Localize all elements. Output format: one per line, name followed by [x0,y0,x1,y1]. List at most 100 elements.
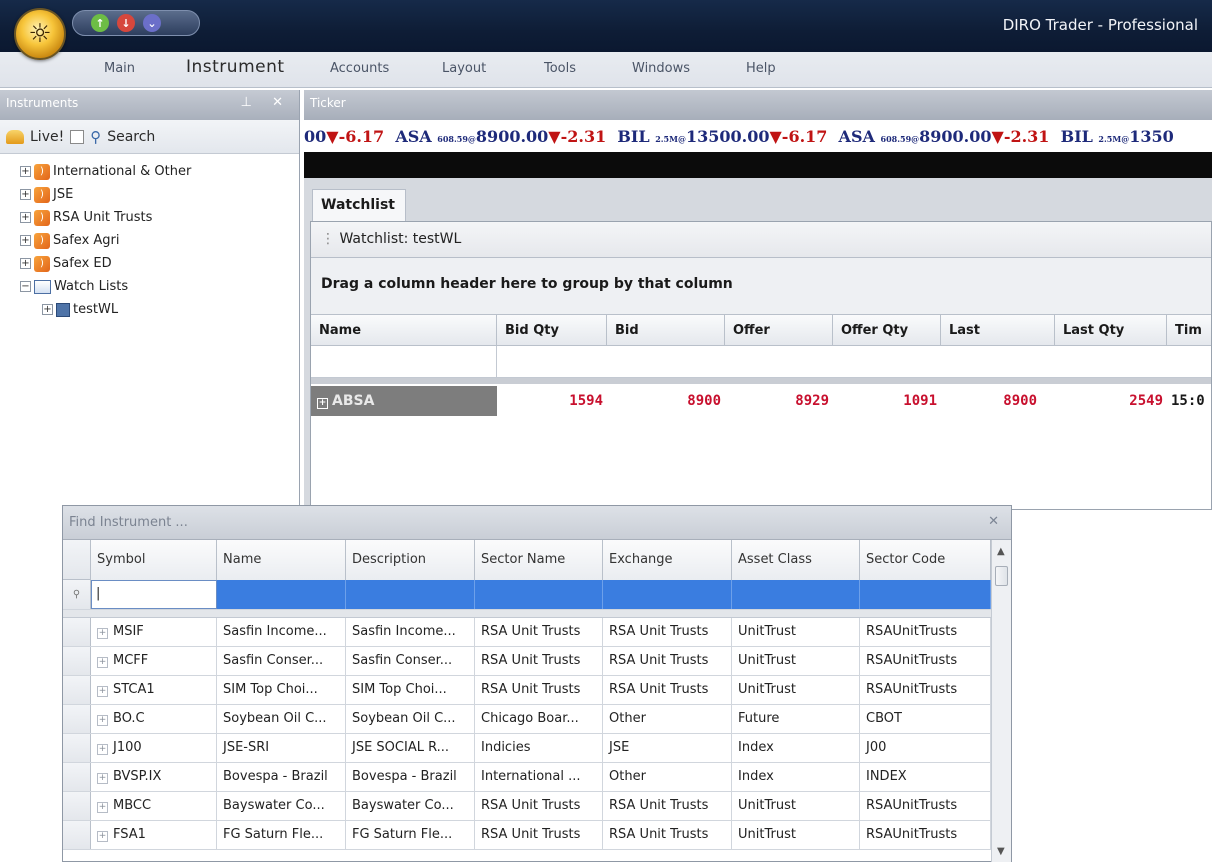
col-last[interactable]: Last [941,315,1055,345]
filter-cell[interactable] [860,580,991,609]
collapse-icon[interactable]: − [20,281,31,292]
table-row[interactable]: + MSIF Sasfin Income... Sasfin Income... RSA… [63,618,993,647]
col-last-qty[interactable]: Last Qty [1055,315,1167,345]
filter-cell[interactable] [732,580,860,609]
expand-icon[interactable]: + [97,802,108,813]
scroll-up-icon[interactable]: ▲ [997,546,1005,557]
expand-icon[interactable]: + [317,398,328,409]
connect-icon[interactable]: ↑ [91,14,109,32]
tab-watchlist[interactable]: Watchlist [312,189,406,221]
col-name[interactable]: Name [217,540,346,580]
live-checkbox[interactable] [70,129,85,144]
tree-item-watch-lists[interactable]: − Watch Lists [20,275,299,298]
col-symbol[interactable]: Symbol [91,540,217,580]
table-row[interactable]: + MBCC Bayswater Co... Bayswater Co... RSA U… [63,792,993,821]
expand-icon[interactable]: + [97,831,108,842]
filter-cell[interactable] [603,580,732,609]
scroll-down-icon[interactable]: ▼ [997,846,1005,857]
col-sector-code[interactable]: Sector Code [860,540,991,580]
scroll-thumb[interactable] [995,566,1008,586]
app-title: DIRO Trader - Professional [1002,16,1198,34]
menu-layout[interactable]: Layout [442,61,486,76]
table-row[interactable]: + J100 JSE-SRI JSE SOCIAL R... Indicies JSE In… [63,734,993,763]
options-icon[interactable]: ⌄ [143,14,161,32]
col-bid-qty[interactable]: Bid Qty [497,315,607,345]
filter-cell[interactable] [311,346,497,377]
cell-text: RSA Unit Trusts [609,624,709,639]
expand-icon[interactable]: + [20,189,31,200]
tree-item-safex-agri[interactable]: + ) Safex Agri [20,229,299,252]
search-icon[interactable]: ⚲ [90,128,101,146]
cell-text: BVSP.IX [113,769,162,784]
tree-item-rsa-unit-trusts[interactable]: + ) RSA Unit Trusts [20,206,299,229]
row-name-cell[interactable]: + ABSA [311,386,497,416]
expand-icon[interactable]: + [97,744,108,755]
table-row[interactable]: + BVSP.IX Bovespa - Brazil Bovespa - Brazil… [63,763,993,792]
down-arrow-icon: ▼ [548,127,561,146]
expand-icon[interactable]: + [97,628,108,639]
expand-icon[interactable]: + [97,686,108,697]
table-row[interactable]: + ABSA 1594 8900 8929 1091 8900 2549 15:0 [311,386,1211,416]
close-icon[interactable]: ✕ [988,514,999,529]
vertical-scrollbar[interactable]: ▲ ▼ [991,540,1011,862]
expand-icon[interactable]: + [20,235,31,246]
filter-cell[interactable] [217,580,346,609]
disconnect-icon[interactable]: ↓ [117,14,135,32]
tree-item-safex-ed[interactable]: + ) Safex ED [20,252,299,275]
menu-tools[interactable]: Tools [544,61,576,76]
pin-close-icons[interactable]: ⊥ ✕ [241,95,291,110]
table-row[interactable]: + MCFF Sasfin Conser... Sasfin Conser... RSA… [63,647,993,676]
expand-icon[interactable]: + [97,715,108,726]
col-asset-class[interactable]: Asset Class [732,540,860,580]
expand-icon[interactable]: + [42,304,53,315]
menu-instrument[interactable]: Instrument [186,57,285,77]
symbol-filter-input[interactable]: | [91,580,217,609]
live-label[interactable]: Live! [30,129,64,145]
table-row[interactable]: + STCA1 SIM Top Choi... SIM Top Choi... RSA … [63,676,993,705]
tree-item-testwl[interactable]: + testWL [20,298,299,321]
search-label[interactable]: Search [107,129,155,145]
cell-asset-class: UnitTrust [732,821,860,849]
row-gutter [63,676,91,704]
menu-accounts[interactable]: Accounts [330,61,389,76]
cell-exchange: RSA Unit Trusts [603,647,732,675]
menu-windows[interactable]: Windows [632,61,690,76]
watchlist-filter-row[interactable] [311,346,1211,378]
col-time[interactable]: Tim [1167,315,1211,345]
cell-sector-name: International ... [475,763,603,791]
col-sector-name[interactable]: Sector Name [475,540,603,580]
col-offer[interactable]: Offer [725,315,833,345]
table-row[interactable]: + BO.C Soybean Oil C... Soybean Oil C... Chi… [63,705,993,734]
cell-name: Bayswater Co... [217,792,346,820]
table-row[interactable]: + FSA1 FG Saturn Fle... FG Saturn Fle... RSA… [63,821,993,850]
col-bid[interactable]: Bid [607,315,725,345]
filter-cell[interactable] [475,580,603,609]
tree-item-jse[interactable]: + ) JSE [20,183,299,206]
expand-icon[interactable]: + [97,773,108,784]
ticker-strip[interactable]: 00▼-6.17 ASA 608.59@8900.00▼-2.31 BIL 2.… [304,121,1212,151]
expand-icon[interactable]: + [20,166,31,177]
col-offer-qty[interactable]: Offer Qty [833,315,941,345]
cell-text: CBOT [866,711,902,726]
cell-name: Soybean Oil C... [217,705,346,733]
filter-row[interactable]: ⚲ | [63,580,993,610]
find-instrument-dialog: Find Instrument ... ✕ Symbol Name Descri… [62,505,1012,862]
logo-orb-icon[interactable]: ☼ [14,8,66,60]
menu-help[interactable]: Help [746,61,776,76]
watchlist-icon [56,302,70,317]
cell-exchange: RSA Unit Trusts [603,618,732,646]
row-gutter [63,618,91,646]
cell-symbol: + BVSP.IX [91,763,217,791]
col-description[interactable]: Description [346,540,475,580]
expand-icon[interactable]: + [97,657,108,668]
col-exchange[interactable]: Exchange [603,540,732,580]
group-by-panel[interactable]: Drag a column header here to group by th… [311,258,1211,314]
filter-cell[interactable] [346,580,475,609]
tree-item-international[interactable]: + ) International & Other [20,160,299,183]
col-name[interactable]: Name [311,315,497,345]
grip-icon[interactable]: ⋮ [321,231,335,247]
expand-icon[interactable]: + [20,212,31,223]
cell-last: 8900 [1003,393,1037,409]
expand-icon[interactable]: + [20,258,31,269]
menu-main[interactable]: Main [104,61,135,76]
